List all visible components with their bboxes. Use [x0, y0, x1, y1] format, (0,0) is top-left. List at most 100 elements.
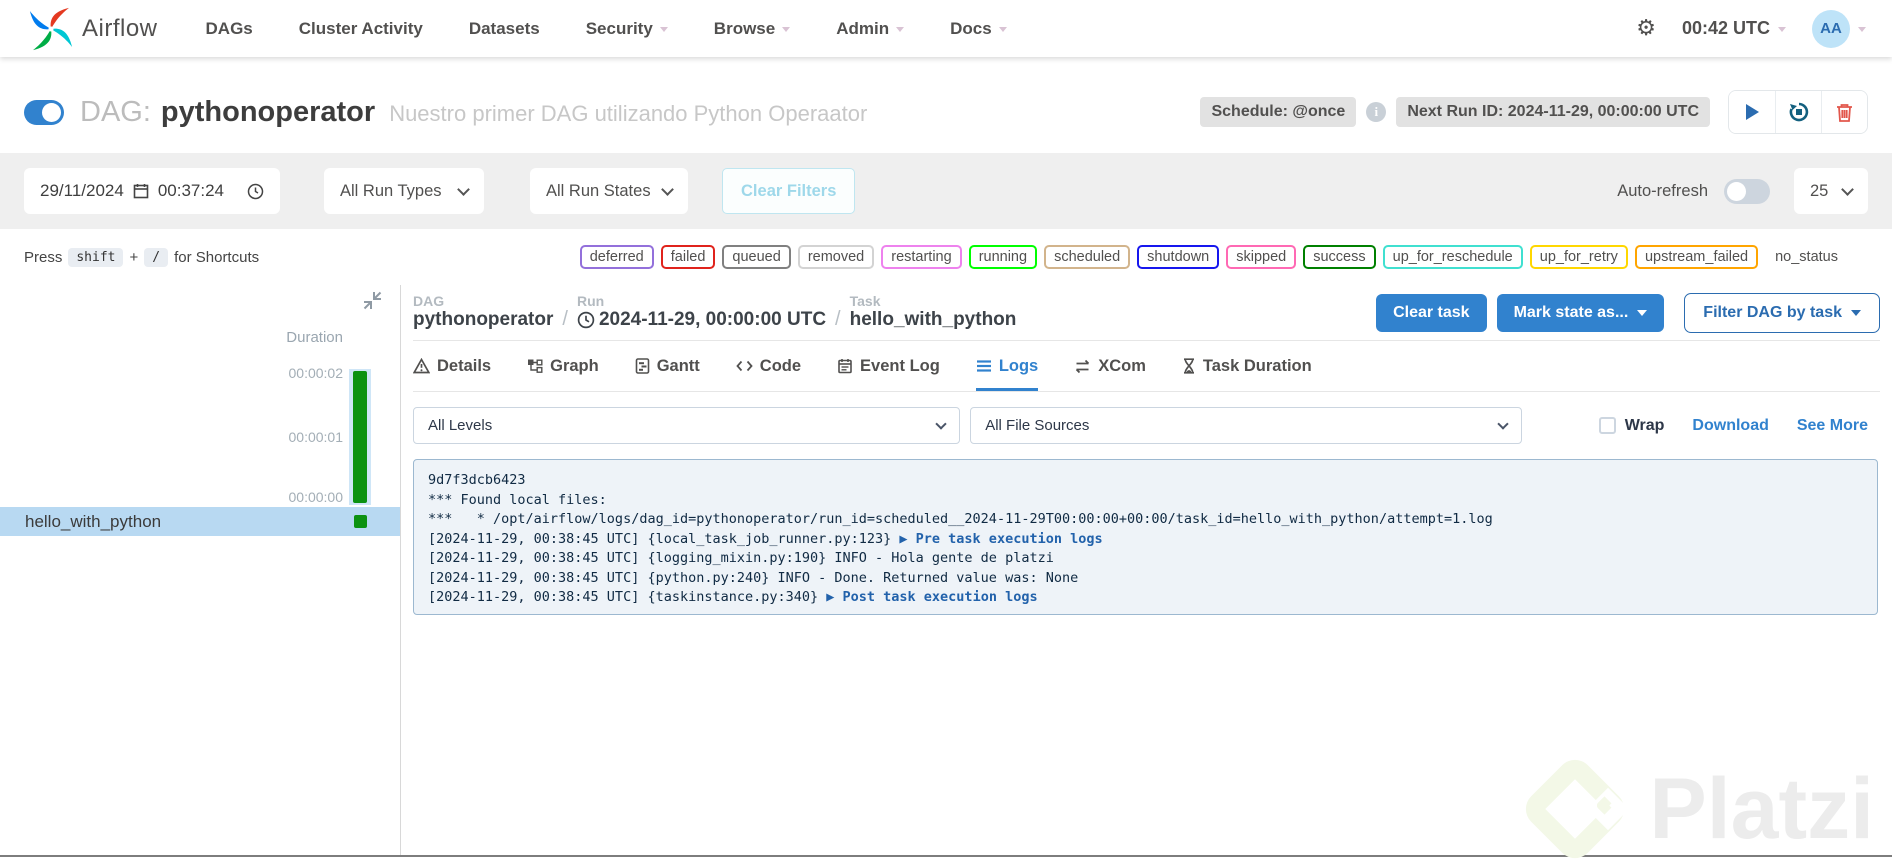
- nav-item-admin[interactable]: Admin: [836, 19, 905, 39]
- delete-dag-button[interactable]: [1821, 91, 1867, 133]
- task-row-hello-with-python[interactable]: hello_with_python: [0, 507, 400, 536]
- play-icon: [1746, 104, 1759, 120]
- nav-item-docs[interactable]: Docs: [950, 19, 1007, 39]
- shift-key: shift: [68, 247, 124, 267]
- wrap-toggle[interactable]: Wrap: [1598, 417, 1664, 435]
- clear-filters-button[interactable]: Clear Filters: [722, 168, 856, 214]
- log-line: [2024-11-29, 00:38:45 UTC] {taskinstance…: [428, 589, 1038, 605]
- page-size-select[interactable]: 25: [1794, 168, 1868, 214]
- tab-task-duration[interactable]: Task Duration: [1182, 341, 1312, 391]
- breadcrumb: DAG pythonoperator / Run 2024-11-29, 00:…: [413, 285, 1880, 341]
- event-log-icon: [838, 359, 852, 374]
- dag-actions: [1728, 90, 1868, 134]
- bottom-scrollbar[interactable]: [0, 855, 1892, 857]
- state-badge-scheduled[interactable]: scheduled: [1044, 245, 1131, 269]
- tab-xcom[interactable]: XCom: [1074, 341, 1146, 391]
- state-badge-running[interactable]: running: [968, 245, 1038, 269]
- chevron-down-icon: [661, 182, 674, 196]
- state-badge-restarting[interactable]: restarting: [881, 245, 962, 269]
- run-types-select[interactable]: All Run Types: [324, 168, 485, 214]
- run-states-select[interactable]: All Run States: [530, 168, 689, 214]
- file-sources-select[interactable]: All File Sources: [970, 407, 1522, 444]
- chevron-down-icon: [935, 417, 947, 430]
- filter-dag-by-task-button[interactable]: Filter DAG by task: [1684, 292, 1880, 333]
- chevron-down-icon: [1778, 27, 1786, 32]
- gantt-icon: [635, 358, 650, 374]
- date-value[interactable]: 29/11/2024: [40, 181, 124, 201]
- clear-task-button[interactable]: Clear task: [1376, 293, 1487, 332]
- nav-item-datasets[interactable]: Datasets: [469, 19, 540, 39]
- tab-bar: Details Graph Gantt Code Event Log Logs: [413, 341, 1880, 392]
- duration-tick: 00:00:02: [288, 365, 344, 381]
- download-logs-link[interactable]: Download: [1692, 417, 1768, 435]
- log-controls: All Levels All File Sources Wrap Downloa…: [413, 407, 1880, 444]
- auto-refresh-toggle[interactable]: [1724, 178, 1770, 204]
- state-badge-removed[interactable]: removed: [797, 245, 875, 269]
- see-more-link[interactable]: See More: [1797, 417, 1868, 435]
- state-badge-skipped[interactable]: skipped: [1226, 245, 1297, 269]
- airflow-logo[interactable]: Airflow: [26, 4, 158, 54]
- log-line: [2024-11-29, 00:38:45 UTC] {local_task_j…: [428, 530, 1103, 547]
- tab-event-log[interactable]: Event Log: [837, 341, 940, 391]
- log-line: 9d7f3dcb6423: [428, 472, 526, 488]
- task-instance-square[interactable]: [354, 515, 367, 528]
- duration-bar[interactable]: [353, 371, 367, 503]
- mark-state-button[interactable]: Mark state as...: [1496, 293, 1665, 332]
- task-name[interactable]: hello_with_python: [25, 512, 161, 532]
- state-badge-deferred[interactable]: deferred: [579, 245, 654, 269]
- graph-icon: [528, 359, 543, 373]
- chevron-down-icon: [1851, 309, 1861, 316]
- nav-item-browse[interactable]: Browse: [714, 19, 791, 39]
- breadcrumb-run-value[interactable]: 2024-11-29, 00:00:00 UTC: [577, 309, 826, 331]
- tab-gantt[interactable]: Gantt: [635, 341, 700, 391]
- state-badge-queued[interactable]: queued: [722, 245, 791, 269]
- nav-item-cluster-activity[interactable]: Cluster Activity: [299, 19, 423, 39]
- collapse-grid-icon[interactable]: [363, 291, 382, 315]
- user-menu[interactable]: AA: [1812, 9, 1866, 48]
- dag-label: DAG:: [80, 95, 151, 128]
- duration-tick: 00:00:01: [288, 429, 344, 445]
- state-badge-up-for-reschedule[interactable]: up_for_reschedule: [1382, 245, 1523, 269]
- reparse-dag-button[interactable]: [1775, 91, 1821, 133]
- duration-axis-label: Duration: [286, 329, 343, 346]
- nav-item-dags[interactable]: DAGs: [206, 19, 253, 39]
- chevron-down-icon: [782, 27, 791, 32]
- nav-menu: DAGs Cluster Activity Datasets Security …: [206, 19, 1007, 39]
- tab-details[interactable]: Details: [413, 341, 491, 391]
- dag-name[interactable]: pythonoperator: [161, 96, 375, 129]
- avatar[interactable]: AA: [1812, 9, 1850, 48]
- state-badge-up-for-retry[interactable]: up_for_retry: [1529, 245, 1628, 269]
- base-date-input[interactable]: 29/11/2024 00:37:24: [24, 168, 281, 214]
- info-icon[interactable]: i: [1366, 102, 1387, 122]
- nav-item-security[interactable]: Security: [586, 19, 668, 39]
- dag-header: DAG: pythonoperator Nuestro primer DAG u…: [0, 57, 1892, 153]
- log-group-link[interactable]: ▶ Pre task execution logs: [899, 531, 1102, 547]
- trash-icon: [1837, 103, 1852, 122]
- state-badge-success[interactable]: success: [1303, 245, 1376, 269]
- breadcrumb-task-label: Task: [849, 293, 881, 309]
- breadcrumb-dag-value[interactable]: pythonoperator: [413, 309, 553, 331]
- task-detail-panel: DAG pythonoperator / Run 2024-11-29, 00:…: [401, 285, 1892, 856]
- tab-logs[interactable]: Logs: [975, 341, 1039, 391]
- tab-graph[interactable]: Graph: [527, 341, 599, 391]
- schedule-badge: Schedule: @once: [1200, 97, 1357, 127]
- state-badge-upstream-failed[interactable]: upstream_failed: [1634, 245, 1759, 269]
- trigger-dag-button[interactable]: [1729, 91, 1775, 133]
- time-value[interactable]: 00:37:24: [158, 181, 224, 201]
- dag-pause-toggle[interactable]: [24, 99, 64, 125]
- gear-icon[interactable]: ⚙: [1636, 16, 1656, 41]
- grid-sidebar: Duration 00:00:02 00:00:01 00:00:00 hell…: [0, 285, 401, 856]
- state-legend: deferred failed queued removed restartin…: [579, 245, 1848, 269]
- wrap-checkbox[interactable]: [1598, 417, 1616, 434]
- state-badge-failed[interactable]: failed: [660, 245, 716, 269]
- breadcrumb-task-value[interactable]: hello_with_python: [850, 309, 1017, 331]
- breadcrumb-separator: /: [835, 308, 841, 330]
- log-levels-select[interactable]: All Levels: [413, 407, 961, 444]
- tab-code[interactable]: Code: [736, 341, 801, 391]
- hourglass-icon: [1183, 358, 1194, 374]
- chevron-down-icon: [1497, 417, 1509, 430]
- utc-clock-menu[interactable]: 00:42 UTC: [1682, 18, 1786, 39]
- brand-name: Airflow: [82, 14, 158, 42]
- log-group-link[interactable]: ▶ Post task execution logs: [826, 589, 1037, 605]
- state-badge-shutdown[interactable]: shutdown: [1137, 245, 1220, 269]
